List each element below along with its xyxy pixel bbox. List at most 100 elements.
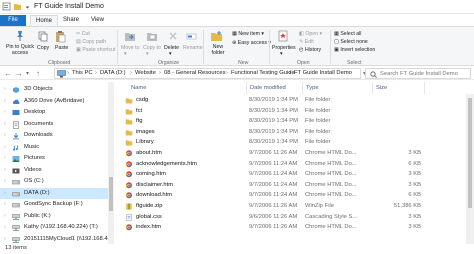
file-date-modified: 9/7/2006 11:24 AM — [249, 192, 298, 199]
file-row[interactable]: download.htm 9/7/2006 11:24 AM Chrome HTML… — [116, 190, 468, 201]
copy-path-button[interactable]: ▤ Copy path — [76, 39, 106, 45]
nav-item[interactable]: › A360 Drive (AvBridave) — [0, 96, 108, 107]
recent-locations-chevron-icon[interactable]: ▾ — [26, 70, 29, 79]
ribbon-separator — [117, 30, 118, 64]
column-header-date-modified[interactable]: Date modified — [247, 82, 303, 94]
properties-quick-icon[interactable] — [2, 2, 11, 11]
file-row[interactable]: ftguide.zip 9/7/2006 11:26 AM WinZip File 5… — [116, 201, 468, 212]
scrollbar-thumb[interactable] — [109, 177, 113, 211]
expand-chevron-icon[interactable]: › — [4, 236, 6, 242]
file-row[interactable]: fct 8/30/2019 1:34 PM File folder — [116, 106, 468, 117]
music-icon — [13, 144, 18, 151]
expand-chevron-icon[interactable]: › — [4, 190, 6, 196]
nav-item[interactable]: › Public (K:) — [0, 211, 108, 222]
nav-item[interactable]: › Desktop — [0, 107, 108, 118]
column-header-size[interactable]: Size — [373, 82, 425, 94]
expand-chevron-icon[interactable]: › — [4, 109, 6, 115]
file-row[interactable]: coming.htm 9/7/2006 11:24 AM Chrome HTML D… — [116, 169, 468, 180]
tab-view[interactable]: View — [86, 15, 109, 26]
paste-shortcut-button[interactable]: ▣ Paste shortcut — [76, 47, 116, 53]
nav-item-label: Downloads — [24, 132, 53, 138]
new-folder-quick-icon[interactable] — [13, 2, 22, 11]
new-item-button[interactable]: ▦ New item ▾ — [232, 31, 264, 37]
scrollbar-thumb[interactable] — [468, 98, 472, 208]
file-row[interactable]: ftg 8/30/2019 1:34 PM File folder — [116, 116, 468, 127]
file-row[interactable]: csdg 8/30/2019 1:34 PM File folder — [116, 95, 468, 106]
nav-item[interactable]: › 3D Objects — [0, 84, 108, 95]
expand-chevron-icon[interactable]: › — [4, 121, 6, 127]
nav-item[interactable]: › Videos — [0, 165, 108, 176]
copy-button[interactable]: Copy — [37, 45, 49, 51]
nav-item[interactable]: › Kathy (\\192.168.40.224) (T:) — [0, 222, 108, 233]
up-arrow-icon[interactable]: ↑ — [36, 69, 40, 78]
delete-dropdown-icon[interactable]: ▾ — [169, 51, 172, 57]
invert-selection-button[interactable]: ▣ Invert selection — [334, 47, 375, 53]
paste-button[interactable]: Paste — [55, 45, 68, 51]
edit-button[interactable]: ✎ Edit — [299, 39, 314, 45]
expand-chevron-icon[interactable]: › — [4, 144, 6, 150]
rename-button[interactable]: Rename — [183, 45, 203, 51]
pin-icon — [17, 31, 23, 41]
nav-item[interactable]: › Music — [0, 142, 108, 153]
select-all-button[interactable]: ▦ Select all — [334, 31, 361, 37]
select-none-button[interactable]: ▢ Select none — [334, 39, 368, 45]
expand-chevron-icon[interactable]: › — [4, 155, 6, 161]
quick-access-dropdown-icon[interactable] — [25, 5, 30, 10]
file-row[interactable]: Library 8/30/2019 1:34 PM File folder — [116, 137, 468, 148]
expand-chevron-icon[interactable]: › — [4, 98, 6, 104]
breadcrumb-functional-testing-guide[interactable]: Functional Testing Guide — [231, 70, 295, 76]
move-to-dropdown-icon[interactable]: ▾ — [124, 51, 127, 57]
pin-to-quick-access-button[interactable]: Pin to Quick access — [3, 44, 37, 56]
new-folder-button[interactable]: New folder — [209, 44, 227, 56]
expand-chevron-icon[interactable]: › — [4, 224, 6, 230]
nav-item[interactable]: › Pictures — [0, 153, 108, 164]
delete-icon — [169, 32, 177, 40]
open-button[interactable]: ◧ Open ▾ — [299, 31, 322, 37]
nav-item[interactable]: › 20151115MyCloud1 (\\192.168.40... — [0, 234, 114, 245]
breadcrumb-current-folder[interactable]: FT Guide Install Demo — [294, 70, 352, 76]
folder-icon — [125, 140, 133, 146]
tab-home[interactable]: Home — [30, 15, 59, 26]
breadcrumb-data-drive[interactable]: DATA (D:) — [100, 70, 126, 76]
file-size: 3 KB — [408, 213, 421, 220]
nav-item-label: A360 Drive (AvBridave) — [24, 97, 85, 104]
chrome-html-icon — [126, 192, 132, 199]
expand-chevron-icon[interactable]: › — [4, 86, 6, 92]
expand-chevron-icon[interactable]: › — [4, 201, 6, 207]
breadcrumb-website[interactable]: Website — [135, 70, 156, 76]
file-row[interactable]: global.css 9/6/2006 11:26 AM Cascading Sty… — [116, 212, 468, 223]
tab-share[interactable]: Share — [58, 15, 84, 26]
tab-file[interactable]: File — [0, 15, 26, 26]
file-row[interactable]: disclaimer.htm 9/7/2006 11:24 AM Chrome HT… — [116, 180, 468, 191]
breadcrumb-this-pc[interactable]: This PC — [72, 70, 93, 76]
nav-item[interactable]: › Downloads — [0, 130, 108, 141]
nav-item[interactable]: › DATA (D:) — [0, 187, 108, 199]
column-header-type[interactable]: Type — [303, 82, 373, 94]
expand-chevron-icon[interactable]: › — [4, 213, 6, 219]
expand-chevron-icon[interactable]: › — [4, 178, 6, 184]
file-list-scrollbar[interactable] — [466, 94, 474, 244]
file-row[interactable]: index.htm 9/7/2006 11:26 AM Chrome HTML Do… — [116, 222, 468, 233]
column-header-name[interactable]: Name — [128, 82, 247, 94]
properties-button[interactable]: Properties — [272, 45, 296, 51]
file-row[interactable]: images 8/30/2019 1:34 PM File folder — [116, 127, 468, 138]
easy-access-button[interactable]: ⊕ Easy access ▾ — [232, 40, 271, 46]
open-label: Open — [305, 31, 319, 37]
nav-item[interactable]: › GoodSync Backup (F:) — [0, 199, 108, 210]
search-box[interactable]: Search FT Guide Install Demo — [365, 68, 471, 79]
breadcrumb-general-resources[interactable]: 08 - General Resources — [164, 70, 226, 76]
copy-to-dropdown-icon[interactable]: ▾ — [146, 51, 149, 57]
back-arrow-icon[interactable]: ← — [4, 69, 12, 78]
cut-button[interactable]: ✂ Cut — [76, 31, 90, 37]
expand-chevron-icon[interactable]: › — [4, 167, 6, 173]
history-button[interactable]: ◴ History — [299, 47, 321, 53]
forward-arrow-icon[interactable]: → — [15, 69, 23, 78]
properties-dropdown-icon[interactable]: ▾ — [280, 51, 283, 57]
nav-item[interactable]: › OS (C:) — [0, 176, 108, 187]
file-row[interactable]: about.htm 9/7/2006 11:26 AM Chrome HTML Do… — [116, 148, 468, 159]
expand-chevron-icon[interactable]: › — [4, 132, 6, 138]
address-bar[interactable]: › This PC › DATA (D:) › Website › 08 - G… — [54, 68, 361, 79]
nav-item[interactable]: › Documents — [0, 119, 108, 130]
navigation-pane-scrollbar[interactable] — [108, 82, 114, 244]
file-row[interactable]: acknowledgements.htm 9/7/2006 11:24 AM Chr… — [116, 159, 468, 170]
